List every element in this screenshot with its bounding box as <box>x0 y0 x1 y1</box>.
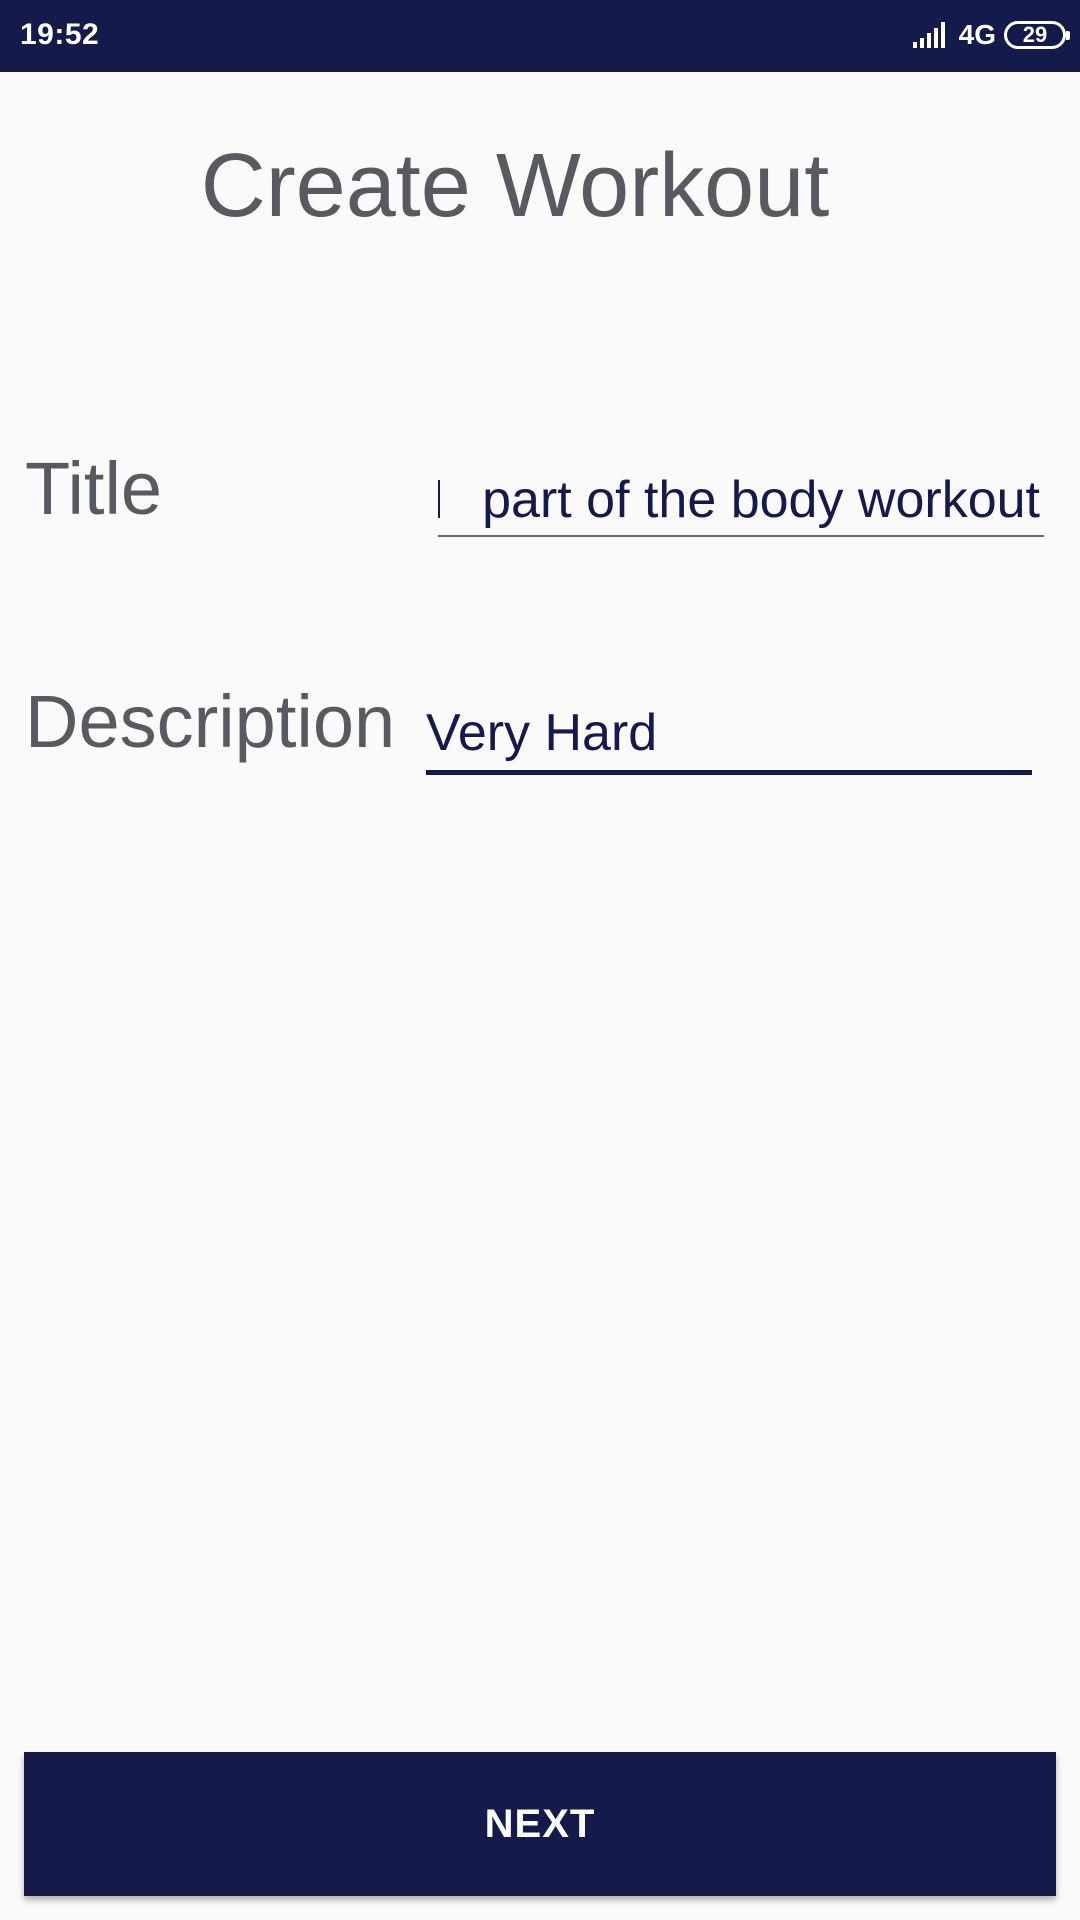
network-type-label: 4G <box>958 19 996 50</box>
status-bar: 19:52 4G 29 <box>0 0 1080 72</box>
signal-bars-icon <box>912 22 945 48</box>
page-title: Create Workout <box>200 136 830 236</box>
status-time: 19:52 <box>20 18 100 51</box>
title-label: Title <box>25 447 163 530</box>
description-input[interactable] <box>426 695 1032 775</box>
status-icons: 4G 29 <box>911 18 1070 52</box>
next-button[interactable]: NEXT <box>24 1752 1056 1896</box>
title-input[interactable] <box>438 465 1044 537</box>
description-label: Description <box>25 680 396 763</box>
battery-level: 29 <box>1022 22 1048 47</box>
battery-icon: 29 <box>1004 21 1070 49</box>
text-cursor <box>438 480 440 518</box>
